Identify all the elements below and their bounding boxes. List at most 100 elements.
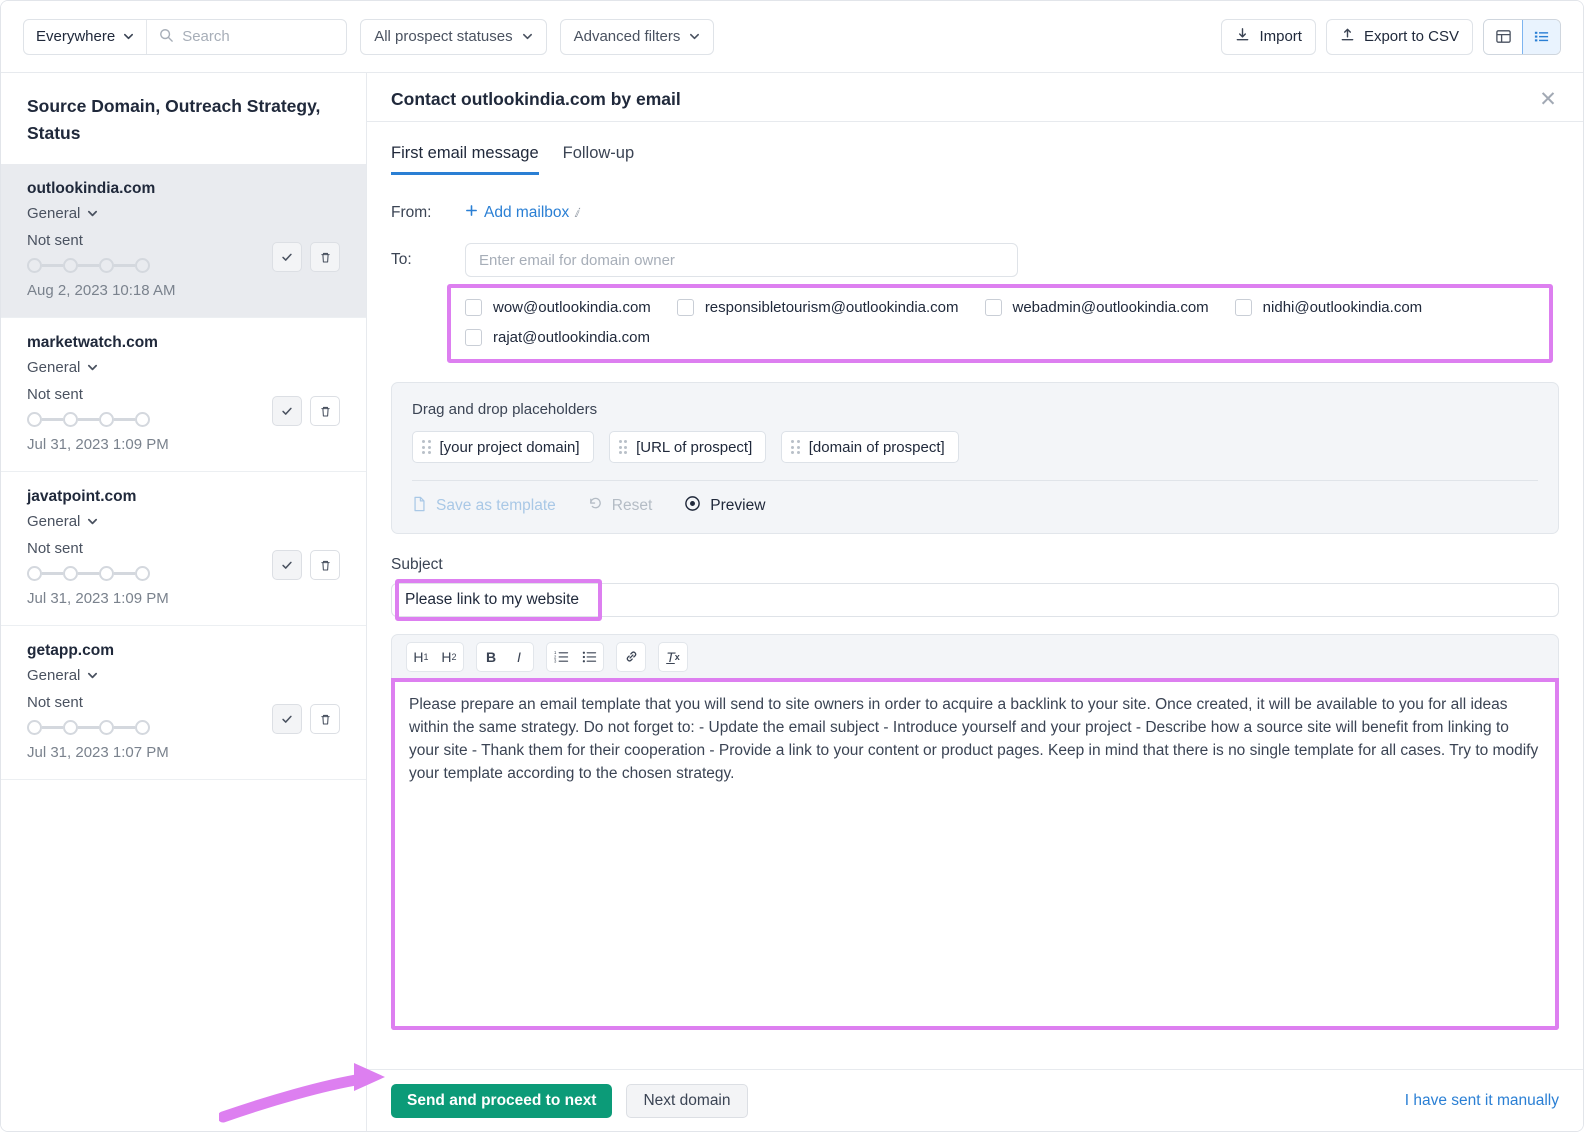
reset-button[interactable]: Reset [588,496,653,516]
bold-icon[interactable]: B [477,643,505,671]
prospect-date: Jul 31, 2023 1:07 PM [27,744,340,761]
export-csv-button[interactable]: Export to CSV [1326,19,1473,55]
sent-manually-link[interactable]: I have sent it manually [1405,1092,1559,1110]
scope-dropdown-label: Everywhere [36,28,115,45]
prospect-row-marketwatch[interactable]: marketwatch.com General Not sent [1,318,366,472]
ordered-list-icon[interactable]: 123 [547,643,575,671]
panel-content: First email message Follow-up From: Add … [367,122,1583,1069]
prospect-row-outlookindia[interactable]: outlookindia.com General Not sent [1,164,366,318]
send-and-proceed-button[interactable]: Send and proceed to next [391,1084,612,1118]
close-icon[interactable]: ✕ [1535,87,1561,113]
mark-done-button[interactable] [272,242,302,272]
recipient-option[interactable]: wow@outlookindia.com [465,299,651,316]
table-view-icon[interactable] [1484,20,1522,54]
progress-step [27,720,42,735]
preview-label: Preview [710,497,765,515]
info-icon[interactable]: ⅈ [574,206,578,220]
recipient-email: nidhi@outlookindia.com [1263,299,1423,316]
prospect-strategy-dropdown[interactable]: General [27,205,98,222]
save-as-template-label: Save as template [436,497,556,515]
delete-prospect-button[interactable] [310,704,340,734]
mark-done-button[interactable] [272,396,302,426]
document-icon [412,496,427,517]
link-icon[interactable] [617,643,645,671]
message-editor: H1 H2 B I 123 [391,634,1559,1030]
placeholder-chip-project-domain[interactable]: [your project domain] [412,431,594,463]
recipient-option[interactable]: nidhi@outlookindia.com [1235,299,1423,316]
save-as-template-button[interactable]: Save as template [412,496,556,517]
placeholder-chip-label: [domain of prospect] [809,439,945,456]
progress-connector [114,418,135,421]
preview-button[interactable]: Preview [684,495,765,517]
progress-connector [42,418,63,421]
message-tabs: First email message Follow-up [391,122,1559,175]
prospect-list: outlookindia.com General Not sent [1,164,366,1131]
mark-done-button[interactable] [272,704,302,734]
delete-prospect-button[interactable] [310,550,340,580]
scope-dropdown[interactable]: Everywhere [24,20,146,54]
prospect-strategy-dropdown[interactable]: General [27,513,98,530]
list-view-icon[interactable] [1522,20,1560,54]
drag-handle-icon [422,440,431,454]
clear-formatting-icon[interactable]: Tx [659,643,687,671]
prospect-status-filter[interactable]: All prospect statuses [360,19,546,55]
subject-input[interactable] [391,583,1559,617]
unordered-list-icon[interactable] [575,643,603,671]
next-domain-button[interactable]: Next domain [626,1084,747,1118]
import-button[interactable]: Import [1221,19,1316,55]
progress-step [99,258,114,273]
progress-connector [42,572,63,575]
prospect-strategy-dropdown[interactable]: General [27,667,98,684]
recipient-option[interactable]: responsibletourism@outlookindia.com [677,299,959,316]
prospect-row-javatpoint[interactable]: javatpoint.com General Not sent [1,472,366,626]
message-body-textarea[interactable]: Please prepare an email template that yo… [391,682,1559,1030]
recipient-checkbox[interactable] [465,329,482,346]
progress-step [27,566,42,581]
italic-icon[interactable]: I [505,643,533,671]
recipient-option[interactable]: webadmin@outlookindia.com [985,299,1209,316]
heading-2-icon[interactable]: H2 [435,643,463,671]
toolbar-right-group: Import Export to CSV [1221,19,1561,55]
progress-connector [114,572,135,575]
prospect-row-getapp[interactable]: getapp.com General Not sent Jul [1,626,366,780]
recipient-checkbox[interactable] [465,299,482,316]
advanced-filters-button[interactable]: Advanced filters [560,19,715,55]
eye-icon [684,495,701,517]
placeholder-chip-label: [your project domain] [440,439,580,456]
recipient-checkbox[interactable] [677,299,694,316]
search-input[interactable] [182,28,334,45]
to-email-input[interactable] [465,243,1018,277]
recipient-checkbox[interactable] [985,299,1002,316]
placeholder-chip-prospect-domain[interactable]: [domain of prospect] [781,431,958,463]
chevron-down-icon [87,670,98,681]
heading-group: H1 H2 [406,642,464,672]
placeholder-chip-prospect-url[interactable]: [URL of prospect] [609,431,767,463]
email-compose-panel: Contact outlookindia.com by email ✕ Firs… [367,73,1583,1131]
progress-connector [78,726,99,729]
delete-prospect-button[interactable] [310,396,340,426]
add-mailbox-button[interactable]: Add mailbox [465,204,569,222]
heading-1-icon[interactable]: H1 [407,643,435,671]
delete-prospect-button[interactable] [310,242,340,272]
mark-done-button[interactable] [272,550,302,580]
search-field-wrap[interactable] [146,20,346,54]
recipient-suggestions: wow@outlookindia.com responsibletourism@… [447,284,1553,363]
top-toolbar: Everywhere All prospect statuses [1,1,1583,73]
chevron-down-icon [123,31,134,42]
to-row: To: [391,243,1559,277]
progress-step [27,258,42,273]
progress-connector [114,264,135,267]
sidebar-title: Source Domain, Outreach Strategy, Status [1,73,366,164]
page-title: Contact outlookindia.com by email [391,89,681,110]
placeholder-chip-list: [your project domain] [URL of prospect] … [412,431,1538,463]
chevron-down-icon [87,362,98,373]
tab-first-email-message[interactable]: First email message [391,144,539,175]
progress-step [135,720,150,735]
recipient-checkbox[interactable] [1235,299,1252,316]
recipient-option[interactable]: rajat@outlookindia.com [465,329,650,346]
tab-follow-up[interactable]: Follow-up [563,144,635,175]
prospect-strategy-dropdown[interactable]: General [27,359,98,376]
progress-step [99,720,114,735]
clear-format-group: Tx [658,642,688,672]
placeholders-panel: Drag and drop placeholders [your project… [391,382,1559,534]
